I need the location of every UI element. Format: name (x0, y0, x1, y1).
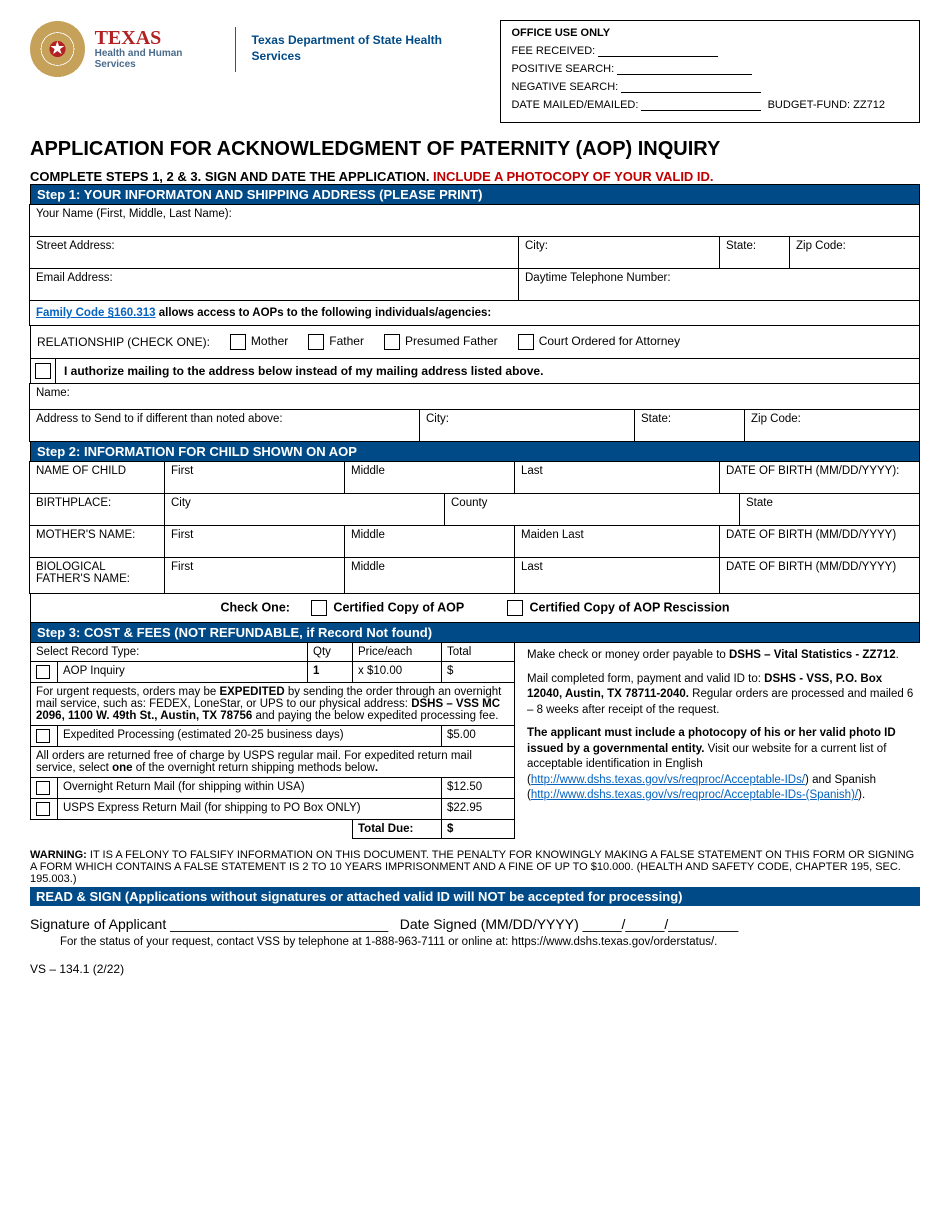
total-due-label: Total Due: (353, 820, 442, 839)
date-signed-field[interactable]: Date Signed (MM/DD/YYYY) _____/_____/___… (400, 916, 739, 932)
phone-field[interactable]: Daytime Telephone Number: (518, 268, 920, 301)
signature-field[interactable]: Signature of Applicant _________________… (30, 916, 388, 932)
checkbox-usps-express[interactable] (36, 802, 50, 816)
state-field[interactable]: State: (719, 236, 790, 269)
bp-city-field[interactable]: City (164, 493, 445, 526)
expedited-label: Expedited Processing (estimated 20-25 bu… (58, 726, 442, 747)
step2-header: Step 2: INFORMATION FOR CHILD SHOWN ON A… (30, 441, 920, 462)
overnight-usa-label: Overnight Return Mail (for shipping with… (58, 778, 442, 799)
step1-header: Step 1: YOUR INFORMATON AND SHIPPING ADD… (30, 184, 920, 205)
state-seal-icon (30, 20, 85, 78)
date-mailed-label: DATE MAILED/EMAILED: (511, 99, 638, 111)
mother-middle-field[interactable]: Middle (344, 525, 515, 558)
alt-zip-field[interactable]: Zip Code: (744, 409, 920, 442)
aop-qty: 1 (308, 662, 353, 683)
father-middle-field[interactable]: Middle (344, 557, 515, 594)
positive-search-field[interactable] (617, 62, 752, 75)
alt-address-field[interactable]: Address to Send to if different than not… (29, 409, 420, 442)
aop-inquiry-label: AOP Inquiry (58, 662, 308, 683)
checkbox-aop-inquiry[interactable] (36, 665, 50, 679)
email-field[interactable]: Email Address: (29, 268, 519, 301)
alt-state-field[interactable]: State: (634, 409, 745, 442)
total-header: Total (442, 643, 515, 662)
relationship-label: RELATIONSHIP (CHECK ONE): (37, 335, 210, 349)
checkbox-presumed-father[interactable] (384, 334, 400, 350)
expedited-fee: $5.00 (442, 726, 515, 747)
form-number: VS – 134.1 (2/22) (30, 962, 920, 976)
warning-text: WARNING: IT IS A FELONY TO FALSIFY INFOR… (30, 849, 920, 885)
checkbox-court-ordered[interactable] (518, 334, 534, 350)
logo-divider (235, 27, 236, 72)
bp-state-field[interactable]: State (739, 493, 920, 526)
mother-dob-field[interactable]: DATE OF BIRTH (MM/DD/YYYY) (719, 525, 920, 558)
mother-maiden-field[interactable]: Maiden Last (514, 525, 720, 558)
child-last-field[interactable]: Last (514, 461, 720, 494)
expedite-note: For urgent requests, orders may be EXPED… (31, 683, 515, 726)
overnight-usa-fee: $12.50 (442, 778, 515, 799)
alt-name-field[interactable]: Name: (29, 383, 920, 410)
checkbox-authorize-alt-address[interactable] (35, 363, 51, 379)
street-field[interactable]: Street Address: (29, 236, 519, 269)
sign-header: READ & SIGN (Applications without signat… (30, 887, 920, 906)
child-first-field[interactable]: First (164, 461, 345, 494)
status-note: For the status of your request, contact … (60, 936, 920, 948)
fee-received-label: FEE RECEIVED: (511, 45, 595, 57)
page-title: APPLICATION FOR ACKNOWLEDGMENT OF PATERN… (30, 138, 920, 161)
logo-dept: Texas Department of State Health Service… (252, 33, 481, 64)
aop-total[interactable]: $ (442, 662, 515, 683)
city-field[interactable]: City: (518, 236, 720, 269)
checkbox-mother[interactable] (230, 334, 246, 350)
office-use-box: OFFICE USE ONLY FEE RECEIVED: POSITIVE S… (500, 20, 920, 123)
negative-search-field[interactable] (621, 80, 761, 93)
bp-county-field[interactable]: County (444, 493, 740, 526)
zip-field[interactable]: Zip Code: (789, 236, 920, 269)
copy-type-row: Check One: Certified Copy of AOP Certifi… (30, 593, 920, 623)
father-name-label: BIOLOGICAL FATHER'S NAME: (29, 557, 165, 594)
total-due-field[interactable]: $ (442, 820, 515, 839)
return-note: All orders are returned free of charge b… (31, 747, 515, 778)
acceptable-ids-link-es[interactable]: http://www.dshs.texas.gov/vs/reqproc/Acc… (531, 789, 858, 801)
checkbox-certified-rescission[interactable] (507, 600, 523, 616)
birthplace-label: BIRTHPLACE: (29, 493, 165, 526)
date-mailed-field[interactable] (641, 98, 761, 111)
family-code-note: Family Code §160.313 allows access to AO… (29, 300, 920, 326)
negative-search-label: NEGATIVE SEARCH: (511, 81, 618, 93)
father-first-field[interactable]: First (164, 557, 345, 594)
mother-name-label: MOTHER'S NAME: (29, 525, 165, 558)
father-dob-field[interactable]: DATE OF BIRTH (MM/DD/YYYY) (719, 557, 920, 594)
checkbox-father[interactable] (308, 334, 324, 350)
fee-received-field[interactable] (598, 44, 718, 57)
payment-instructions: Make check or money order payable to DSH… (527, 642, 920, 839)
checkbox-overnight-usa[interactable] (36, 781, 50, 795)
relationship-row: RELATIONSHIP (CHECK ONE): Mother Father … (30, 325, 920, 359)
child-dob-field[interactable]: DATE OF BIRTH (MM/DD/YYYY): (719, 461, 920, 494)
child-name-label: NAME OF CHILD (29, 461, 165, 494)
instructions: COMPLETE STEPS 1, 2 & 3. SIGN AND DATE T… (30, 169, 920, 184)
fees-table: Select Record Type: Qty Price/each Total… (30, 642, 515, 839)
qty-header: Qty (308, 643, 353, 662)
alt-city-field[interactable]: City: (419, 409, 635, 442)
logo-hhs: Health and Human Services (95, 48, 219, 70)
usps-express-fee: $22.95 (442, 799, 515, 820)
family-code-link[interactable]: Family Code §160.313 (36, 307, 156, 319)
father-last-field[interactable]: Last (514, 557, 720, 594)
aop-price: x $10.00 (353, 662, 442, 683)
step3-header: Step 3: COST & FEES (NOT REFUNDABLE, if … (30, 622, 920, 643)
logo-state: TEXAS (95, 28, 219, 48)
acceptable-ids-link-en[interactable]: http://www.dshs.texas.gov/vs/reqproc/Acc… (531, 774, 805, 786)
agency-logo: TEXAS Health and Human Services Texas De… (30, 20, 480, 78)
price-header: Price/each (353, 643, 442, 662)
checkbox-expedited[interactable] (36, 729, 50, 743)
usps-express-label: USPS Express Return Mail (for shipping t… (58, 799, 442, 820)
office-header: OFFICE USE ONLY (511, 27, 909, 39)
authorize-text: I authorize mailing to the address below… (56, 359, 919, 383)
budget-fund: BUDGET-FUND: ZZ712 (768, 99, 885, 111)
your-name-field[interactable]: Your Name (First, Middle, Last Name): (29, 204, 920, 237)
select-record-label: Select Record Type: (31, 643, 308, 662)
mother-first-field[interactable]: First (164, 525, 345, 558)
child-middle-field[interactable]: Middle (344, 461, 515, 494)
checkbox-certified-aop[interactable] (311, 600, 327, 616)
positive-search-label: POSITIVE SEARCH: (511, 63, 614, 75)
